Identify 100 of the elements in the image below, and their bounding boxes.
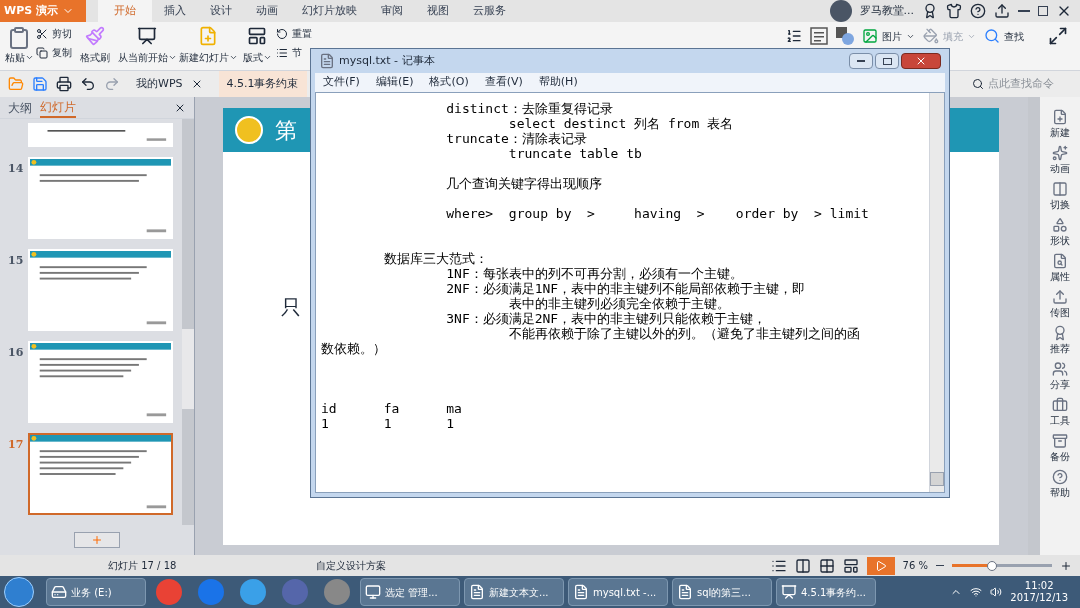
taskbar-app-icon[interactable] — [240, 579, 266, 605]
upload-icon[interactable] — [994, 3, 1010, 19]
window-title: mysql.txt - 记事本 — [339, 52, 435, 69]
taskbar-button[interactable]: 选定 管理... — [360, 578, 460, 606]
badge-icon[interactable] — [922, 3, 938, 19]
new-file-icon — [1052, 109, 1068, 125]
close-button[interactable] — [901, 53, 941, 69]
ribbon-tab[interactable]: 插入 — [152, 0, 198, 22]
document-tab[interactable]: 我的WPS — [128, 71, 211, 97]
copy-button[interactable]: 复制 — [36, 45, 76, 60]
taskbar-button[interactable]: sql的第三... — [672, 578, 772, 606]
side-tool-button[interactable]: 动画 — [1050, 145, 1070, 176]
volume-icon[interactable] — [990, 586, 1003, 598]
scrollbar[interactable] — [929, 93, 944, 492]
paste-button[interactable]: 粘贴 — [4, 50, 34, 65]
layout-button[interactable]: 版式 — [242, 50, 272, 65]
slide-body-text: 只 — [281, 295, 301, 319]
text-line: select destinct 列名 from 表名 — [507, 116, 734, 131]
side-tool-button[interactable]: 分享 — [1050, 361, 1070, 392]
print-icon[interactable] — [56, 76, 72, 92]
search-icon — [972, 78, 984, 90]
format-painter-button[interactable]: 格式刷 — [80, 50, 110, 65]
menu-item[interactable]: 格式(O) — [429, 74, 469, 91]
zoom-in-icon[interactable] — [1060, 559, 1072, 572]
side-tool-button[interactable]: 推荐 — [1050, 325, 1070, 356]
side-tool-button[interactable]: 形状 — [1050, 217, 1070, 248]
theme-name: 自定义设计方案 — [316, 559, 387, 573]
ribbon-tab[interactable]: 设计 — [198, 0, 244, 22]
ribbon-tab[interactable]: 视图 — [415, 0, 461, 22]
user-name[interactable]: 罗马教堂... — [859, 2, 914, 20]
side-tool-button[interactable]: 帮助 — [1050, 469, 1070, 500]
copy-icon — [36, 46, 48, 59]
text-line: 1 1 1 — [321, 416, 455, 431]
taskbar-button[interactable]: 业务 (E:) — [46, 578, 146, 606]
picture-button[interactable]: 图片 — [862, 28, 915, 44]
zoom-slider[interactable] — [952, 560, 1052, 571]
minimize-icon — [857, 60, 865, 62]
from-current-button[interactable]: 从当前开始 — [117, 50, 177, 65]
slide-thumbnail[interactable] — [28, 341, 173, 423]
taskbar-button[interactable]: 4.5.1事务约... — [776, 578, 876, 606]
clipboard-icon — [7, 26, 31, 50]
ribbon-tab[interactable]: 云服务 — [461, 0, 518, 22]
command-search[interactable]: 点此查找命令 — [972, 75, 1072, 93]
restore-icon[interactable] — [1038, 6, 1048, 16]
side-tool-button[interactable]: 新建 — [1050, 109, 1070, 140]
side-tool-button[interactable]: 工具 — [1050, 397, 1070, 428]
menu-item[interactable]: 编辑(E) — [375, 74, 414, 91]
maximize-button[interactable] — [875, 53, 899, 69]
document-tab[interactable]: 4.5.1事务约束 — [218, 71, 307, 97]
sorter-view-icon[interactable] — [818, 557, 835, 574]
slide-number: 14 — [8, 161, 24, 177]
taskbar-button[interactable]: 新建文本文... — [464, 578, 564, 606]
minimize-button[interactable] — [849, 53, 873, 69]
skin-icon[interactable] — [946, 3, 962, 19]
find-button[interactable]: 查找 — [984, 28, 1024, 44]
document-icon — [469, 584, 485, 600]
reading-view-icon[interactable] — [842, 557, 859, 574]
slide-thumbnail[interactable] — [28, 249, 173, 331]
taskbar-button[interactable]: mysql.txt -... — [568, 578, 668, 606]
start-button[interactable] — [4, 577, 34, 607]
ribbon-tab[interactable]: 审阅 — [369, 0, 415, 22]
help-icon — [1052, 469, 1068, 485]
scrollbar[interactable] — [182, 119, 194, 525]
text-line: id fa ma — [321, 401, 462, 416]
cut-button[interactable]: 剪切 — [36, 26, 76, 41]
menu-item[interactable]: 帮助(H) — [538, 74, 578, 91]
network-icon[interactable] — [970, 586, 983, 598]
ribbon-tab[interactable]: 动画 — [244, 0, 290, 22]
scrollbar[interactable] — [1028, 97, 1040, 555]
ribbon-tab[interactable]: 开始 — [98, 0, 152, 22]
help-icon[interactable] — [970, 3, 986, 19]
slide-thumbnail[interactable] — [28, 157, 173, 239]
normal-view-icon[interactable] — [794, 557, 811, 574]
section-button[interactable]: 节 — [276, 45, 312, 60]
side-tool-button[interactable]: 切换 — [1050, 181, 1070, 212]
slide-counter: 幻灯片 17 / 18 — [108, 559, 177, 573]
sparkle-icon — [1052, 145, 1068, 161]
text-line: 数据库三大范式： — [382, 251, 488, 266]
undo-icon[interactable] — [80, 76, 96, 92]
ribbon-tab[interactable]: 幻灯片放映 — [290, 0, 369, 22]
users-icon — [1052, 361, 1068, 377]
text-line: 2NF：必须满足1NF，表中的非主键列不能局部依赖于主键，即 — [445, 281, 806, 296]
menu-item[interactable]: 文件(F) — [323, 74, 360, 91]
list-icon — [786, 28, 802, 44]
slide-thumbnail[interactable] — [28, 123, 173, 147]
text-line: distinct：去除重复得记录 — [445, 101, 613, 116]
text-line: where> group by > having > order by > limit — [445, 206, 869, 221]
terminal-icon — [365, 584, 381, 600]
new-slide-button[interactable]: 新建幻灯片 — [178, 50, 238, 65]
slide-thumbnail[interactable] — [28, 433, 173, 515]
avatar[interactable] — [829, 0, 852, 22]
side-tool-button[interactable]: 属性 — [1050, 253, 1070, 284]
side-tool-button[interactable]: 备份 — [1050, 433, 1070, 464]
presentation-icon — [137, 26, 157, 46]
menu-item[interactable]: 查看(V) — [484, 74, 523, 91]
save-icon[interactable] — [32, 76, 48, 92]
reset-button[interactable]: 重置 — [276, 26, 312, 41]
panel-tab[interactable]: 大纲 — [8, 98, 32, 117]
side-tool-button[interactable]: 传图 — [1050, 289, 1070, 320]
image-icon — [862, 28, 878, 44]
